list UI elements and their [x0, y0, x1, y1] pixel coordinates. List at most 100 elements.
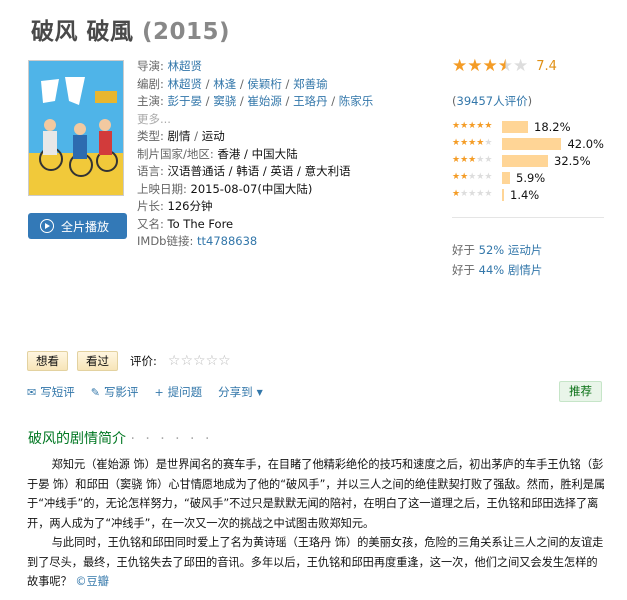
rating-score: 7.4 — [536, 59, 557, 74]
rate-label: 评价: — [130, 354, 157, 368]
star-full-icon: ★ — [468, 138, 477, 148]
language-value: 汉语普通话 / 韩语 / 英语 / 意大利语 — [167, 164, 351, 178]
plus-icon: + — [154, 385, 164, 399]
histogram-stars: ★ ★ ★ ★ ★ — [452, 156, 500, 165]
histogram-stars: ★ ★ ★ ★ ★ — [452, 139, 500, 148]
summary-paragraph: 郑知元（崔始源 饰）是世界闻名的赛车手，在目睹了他精彩绝伦的技巧和速度之后，初出… — [27, 458, 606, 530]
star-full-icon: ★ — [467, 56, 483, 76]
histogram-row: ★ ★ ★ ★ ★ 5.9% — [452, 169, 604, 186]
rating-stars: ★ ★ ★ ★ ★ 7.4 — [452, 58, 604, 75]
histogram-percent: 1.4% — [510, 187, 540, 202]
votes-link[interactable]: 39457人评价 — [457, 94, 528, 108]
language-label: 语言: — [137, 164, 164, 178]
runtime-row: 片长: 126分钟 — [137, 198, 437, 216]
writer-link[interactable]: 郑善瑜 — [293, 77, 328, 91]
writer-link[interactable]: 侯颖桁 — [247, 77, 282, 91]
histogram-stars: ★ ★ ★ ★ ★ — [452, 173, 500, 182]
genre-value: 运动 — [201, 129, 225, 143]
histogram-bar — [502, 188, 504, 201]
want-button[interactable]: 想看 — [27, 351, 68, 371]
star-full-icon: ★ — [452, 172, 461, 182]
douban-source-link[interactable]: ©豆瓣 — [75, 575, 109, 588]
star-empty-icon[interactable]: ☆ — [193, 353, 206, 369]
better-than-link[interactable]: 52% 运动片 — [479, 243, 543, 257]
summary-heading: 破风的剧情简介 · · · · · · — [28, 428, 212, 448]
star-full-icon: ★ — [482, 56, 498, 76]
star-empty-icon[interactable]: ☆ — [206, 353, 219, 369]
better-than-link[interactable]: 44% 剧情片 — [479, 263, 543, 277]
summary-paragraph-text: 与此同时，王仇铭和邱田同时爱上了名为黄诗瑶（王珞丹 饰）的美丽女孩，危险的三角关… — [27, 536, 604, 588]
summary-dots: · · · · · · — [130, 431, 213, 447]
star-full-icon: ★ — [452, 189, 461, 199]
play-full-button[interactable]: 全片播放 — [28, 213, 127, 239]
star-full-icon: ★ — [476, 121, 485, 131]
summary-paragraph: 与此同时，王仇铭和邱田同时爱上了名为黄诗瑶（王珞丹 饰）的美丽女孩，危险的三角关… — [27, 533, 607, 592]
write-review-label: 写影评 — [103, 385, 139, 399]
rating-box: ★ ★ ★ ★ ★ 7.4 (39457人评价) ★ ★ ★ ★ ★ 18.2% ★ ★ ★ ★ ★… — [452, 58, 604, 203]
writer-label: 编剧: — [137, 76, 164, 91]
votes-count: (39457人评价) — [452, 93, 604, 109]
star-empty-icon: ★ — [484, 172, 493, 182]
cast-link[interactable]: 彭于晏 — [168, 94, 203, 108]
runtime-label: 片长: — [137, 199, 164, 213]
movie-name: 破风 破風 — [31, 19, 134, 45]
country-value: 香港 / 中国大陆 — [217, 146, 298, 161]
release-value: 2015-08-07(中国大陆) — [190, 181, 313, 196]
star-empty-icon: ★ — [484, 155, 493, 165]
seen-button[interactable]: 看过 — [77, 351, 118, 371]
cast-link[interactable]: 窦骁 — [213, 94, 236, 108]
aka-label: 又名: — [137, 216, 164, 231]
writer-row: 编剧: 林超贤 / 林逢 / 侯颖桁 / 郑善瑜 — [137, 76, 328, 91]
star-empty-icon: ★ — [476, 189, 485, 199]
histogram-stars: ★ ★ ★ ★ ★ — [452, 190, 500, 199]
cast-link[interactable]: 陈家乐 — [339, 94, 374, 108]
cast-link[interactable]: 王珞丹 — [293, 94, 328, 108]
cast-label: 主演: — [137, 94, 164, 108]
writer-link[interactable]: 林逢 — [213, 77, 236, 91]
ask-question-link[interactable]: + 提问题 — [154, 384, 202, 400]
star-half-icon: ★ — [497, 56, 513, 76]
histogram-row: ★ ★ ★ ★ ★ 1.4% — [452, 186, 604, 203]
histogram-row: ★ ★ ★ ★ ★ 18.2% — [452, 118, 604, 135]
release-label: 上映日期: — [137, 181, 187, 196]
star-full-icon: ★ — [476, 138, 485, 148]
star-full-icon: ★ — [452, 138, 461, 148]
cast-link[interactable]: 崔始源 — [247, 94, 282, 108]
share-dropdown[interactable]: 分享到 ▼ — [218, 384, 267, 400]
better-than-prefix: 好于 — [452, 243, 479, 257]
cast-row: 主演: 彭于晏 / 窦骁 / 崔始源 / 王珞丹 / 陈家乐 — [137, 94, 374, 108]
chevron-down-icon: ▼ — [256, 387, 263, 397]
imdb-link[interactable]: tt4788638 — [197, 234, 257, 248]
star-empty-icon[interactable]: ☆ — [180, 353, 193, 369]
star-empty-icon[interactable]: ☆ — [168, 353, 181, 369]
pencil-icon: ✎ — [90, 385, 100, 399]
director-label: 导演: — [137, 59, 164, 73]
movie-poster[interactable] — [28, 60, 124, 196]
histogram-percent: 42.0% — [567, 136, 604, 151]
histogram-row: ★ ★ ★ ★ ★ 32.5% — [452, 152, 604, 169]
star-empty-icon: ★ — [484, 138, 493, 148]
aka-value: To The Fore — [167, 216, 234, 231]
recommend-button[interactable]: 推荐 — [559, 381, 602, 402]
cast-more-link[interactable]: 更多... — [137, 112, 171, 126]
director-link[interactable]: 林超贤 — [168, 59, 203, 73]
user-rating-stars[interactable]: ☆ ☆ ☆ ☆ ☆ — [168, 353, 231, 369]
star-full-icon: ★ — [452, 56, 468, 76]
star-empty-icon: ★ — [468, 189, 477, 199]
runtime-value: 126分钟 — [167, 199, 213, 213]
star-full-icon: ★ — [460, 121, 469, 131]
page-title: 破风 破風 (2015) — [31, 12, 230, 46]
star-full-icon: ★ — [452, 155, 461, 165]
writer-link[interactable]: 林超贤 — [168, 77, 203, 91]
histogram-bar — [501, 137, 562, 150]
write-short-review-link[interactable]: ✉ 写短评 — [27, 384, 75, 400]
histogram-bar — [502, 171, 510, 184]
genre-label: 类型: — [137, 129, 164, 143]
write-review-link[interactable]: ✎ 写影评 — [91, 384, 139, 400]
release-row: 上映日期: 2015-08-07(中国大陆) — [137, 181, 437, 199]
star-full-icon: ★ — [452, 121, 461, 131]
star-empty-icon[interactable]: ☆ — [218, 353, 231, 369]
aka-row: 又名: To The Fore — [137, 216, 437, 234]
star-empty-icon: ★ — [476, 172, 485, 182]
better-than: 好于 52% 运动片 好于 44% 剧情片 — [452, 240, 542, 280]
